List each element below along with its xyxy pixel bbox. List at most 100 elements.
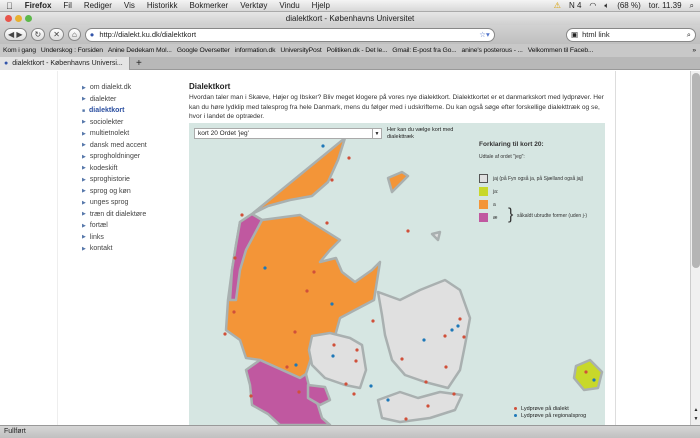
nav-item-sprog-og-kon[interactable]: ▶ sprog og køn	[82, 186, 147, 198]
menu-hjelp[interactable]: Hjelp	[312, 1, 330, 10]
region-bornholm	[572, 358, 604, 392]
dot-dialect	[406, 229, 410, 233]
url-bar[interactable]: ● http://dialekt.ku.dk/dialektkort ☆▾	[84, 27, 495, 42]
map-select-dropdown[interactable]: kort 20 Ordet 'jeg' ▼	[194, 128, 382, 139]
nav-item-sproghistorie[interactable]: ▶ sproghistorie	[82, 174, 147, 186]
dot-dialect	[354, 359, 358, 363]
dot-dialect	[355, 348, 359, 352]
bookmark[interactable]: Politiken.dk - Det le...	[327, 47, 388, 54]
dot-dialect	[452, 392, 456, 396]
nav-item-links[interactable]: ▶ links	[82, 232, 147, 244]
bookmark[interactable]: Google Oversetter	[177, 47, 230, 54]
tab-dialektkort[interactable]: ● dialektkort - Københavns Universi...	[0, 56, 130, 70]
bookmark[interactable]: Gmail: E-post fra Go...	[392, 47, 456, 54]
home-icon[interactable]: ⌂	[67, 28, 81, 41]
dot-legend: Lydprøve på dialekt Lydprøve på regional…	[514, 405, 586, 419]
menu-bokmerker[interactable]: Bokmerker	[190, 1, 229, 10]
menu-vis[interactable]: Vis	[124, 1, 135, 10]
dot-dialect	[297, 390, 301, 394]
close-window-button[interactable]	[5, 15, 12, 22]
wifi-icon[interactable]: ◠	[589, 1, 596, 11]
legend-item: a	[479, 198, 583, 211]
nav-item-dialekter[interactable]: ▶ dialekter	[82, 94, 147, 106]
nav-item-dansk-med-accent[interactable]: ▶ dansk med accent	[82, 140, 147, 152]
region-lolland-falster	[376, 390, 464, 424]
menu-rediger[interactable]: Rediger	[84, 1, 112, 10]
menu-fil[interactable]: Fil	[63, 1, 71, 10]
bookmark[interactable]: Anine Dedekam Mol...	[108, 47, 172, 54]
dot-regional	[450, 328, 454, 332]
nav-item-dialektkort[interactable]: ■ dialektkort	[82, 105, 147, 117]
minimize-window-button[interactable]	[15, 15, 22, 22]
warning-icon[interactable]: ⚠	[554, 1, 561, 11]
nav-item-traen[interactable]: ▶ træn dit dialektøre	[82, 209, 147, 221]
search-box[interactable]: ▣ html link ⌕	[566, 27, 696, 42]
dot-dialect	[347, 156, 351, 160]
dot-regional	[321, 144, 325, 148]
dot-regional	[294, 363, 298, 367]
dot-dialect	[424, 380, 428, 384]
tab-label: dialektkort - Københavns Universi...	[12, 59, 123, 67]
dialect-map[interactable]: kort 20 Ordet 'jeg' ▼ Her kan du vælge k…	[189, 123, 605, 425]
nav-item-sociolekter[interactable]: ▶ sociolekter	[82, 117, 147, 129]
dot-regional	[386, 398, 390, 402]
brace-icon: }	[508, 206, 514, 223]
map-legend: Forklaring til kort 20: Udtale af ordet …	[479, 141, 587, 224]
menu-app[interactable]: Firefox	[25, 1, 52, 10]
stop-icon[interactable]: ✕	[49, 28, 64, 41]
search-icon[interactable]: ⌕	[687, 30, 691, 40]
menu-vindu[interactable]: Vindu	[279, 1, 299, 10]
page-content: ▶ om dialekt.dk ▶ dialekter ■ dialektkort ▶…	[0, 71, 690, 425]
vertical-scrollbar[interactable]: ▲ ▼	[690, 71, 700, 425]
bookmark[interactable]: Velkommen til Faceb...	[528, 47, 594, 54]
new-tab-button[interactable]: +	[130, 58, 142, 69]
apple-icon[interactable]: 	[6, 1, 13, 11]
dot-regional	[592, 378, 596, 382]
nav-item-fortael[interactable]: ▶ fortæl	[82, 220, 147, 232]
bookmark[interactable]: information.dk	[235, 47, 276, 54]
zoom-window-button[interactable]	[25, 15, 32, 22]
nav-item-sprogholdninger[interactable]: ▶ sprogholdninger	[82, 151, 147, 163]
more-bookmarks-icon[interactable]: »	[692, 47, 700, 54]
url-text[interactable]: http://dialekt.ku.dk/dialektkort	[99, 30, 196, 39]
nav-item-om[interactable]: ▶ om dialekt.dk	[82, 82, 147, 94]
scroll-up-icon[interactable]: ▲	[692, 407, 700, 413]
bookmark-star-icon[interactable]: ☆▾	[479, 30, 494, 39]
dot-regional	[263, 266, 267, 270]
dot-dialect	[462, 335, 466, 339]
red-dot-icon	[514, 407, 517, 410]
bookmark[interactable]: Underskog : Forsiden	[41, 47, 103, 54]
scrollbar-thumb[interactable]	[692, 73, 700, 268]
menu-verktoy[interactable]: Verktøy	[240, 1, 267, 10]
bookmark[interactable]: Kom i gang	[3, 47, 36, 54]
nav-item-kodeskift[interactable]: ▶ kodeskift	[82, 163, 147, 175]
volume-icon[interactable]: 🔈︎	[604, 1, 609, 11]
nav-toolbar: ◀ ▶ ↻ ✕ ⌂ ● http://dialekt.ku.dk/dialekt…	[0, 25, 700, 44]
legend-item: ja:	[479, 185, 583, 198]
dot-dialect	[371, 319, 375, 323]
nav-item-multietnolekt[interactable]: ▶ multietnolekt	[82, 128, 147, 140]
map-select-value: kort 20 Ordet 'jeg'	[198, 130, 249, 137]
swatch-icon	[479, 200, 488, 209]
dot-dialect	[400, 357, 404, 361]
search-engine-icon[interactable]: ▣	[571, 30, 578, 39]
nav-item-kontakt[interactable]: ▶ kontakt	[82, 243, 147, 255]
search-input[interactable]: html link	[582, 30, 610, 39]
bookmark[interactable]: anine's posterous - ...	[461, 47, 522, 54]
dot-regional	[331, 354, 335, 358]
bookmark[interactable]: UniversityPost	[280, 47, 321, 54]
battery-status[interactable]: (68 %)	[617, 1, 641, 11]
scroll-down-icon[interactable]: ▼	[692, 416, 700, 422]
status-n4[interactable]: N 4	[569, 1, 581, 11]
dot-regional	[422, 338, 426, 342]
dot-dialect	[233, 256, 237, 260]
nav-item-unges-sprog[interactable]: ▶ unges sprog	[82, 197, 147, 209]
spotlight-icon[interactable]: ⌕	[690, 1, 694, 11]
menu-historikk[interactable]: Historikk	[147, 1, 178, 10]
dot-dialect	[458, 317, 462, 321]
clock[interactable]: tor. 11.39	[649, 1, 682, 11]
chevron-down-icon[interactable]: ▼	[372, 129, 381, 138]
window-title: dialektkort - Københavns Universitet	[285, 14, 415, 23]
back-forward-button[interactable]: ◀ ▶	[4, 28, 27, 41]
reload-icon[interactable]: ↻	[30, 28, 46, 41]
